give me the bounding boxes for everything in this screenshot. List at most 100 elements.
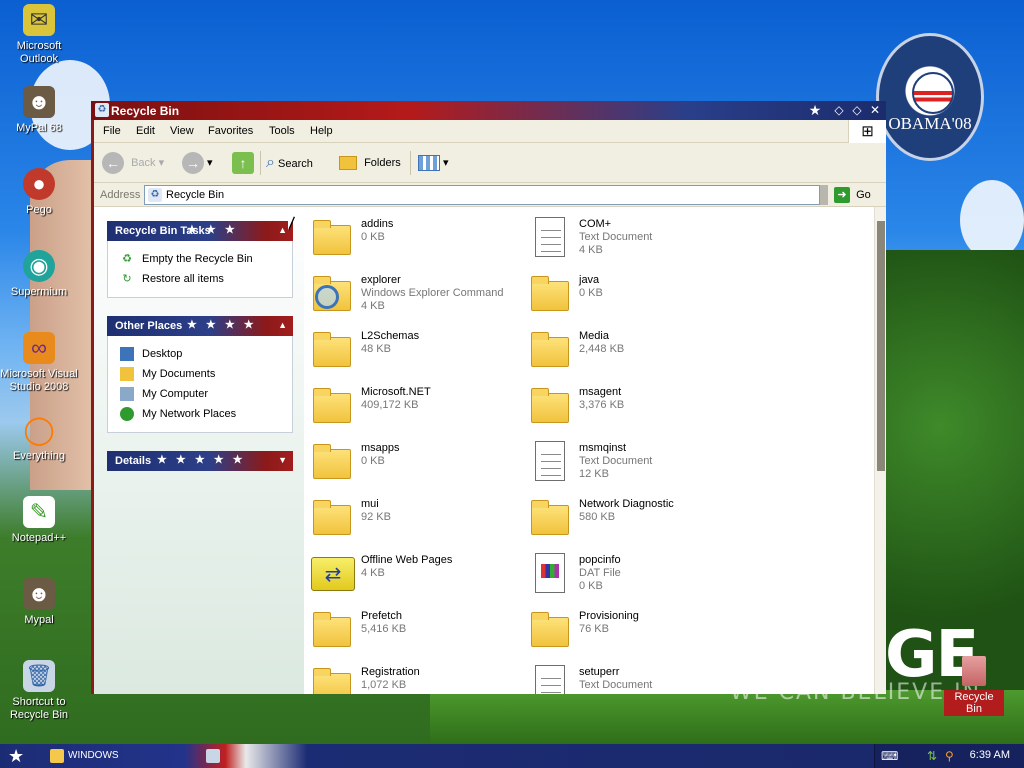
other-places-header[interactable]: Other Places ★ ★ ★ ★ ▲: [107, 316, 293, 336]
file-item[interactable]: setuperr Text Document: [527, 661, 747, 694]
file-item[interactable]: Media 2,448 KB: [527, 325, 747, 373]
folders-button[interactable]: Folders: [339, 152, 401, 174]
start-button[interactable]: ★: [8, 746, 24, 767]
desktop-icon-notepadpp[interactable]: ✎ Notepad++: [0, 496, 78, 545]
expand-icon[interactable]: ▼: [278, 455, 287, 465]
file-item[interactable]: msapps 0 KB: [309, 437, 529, 485]
file-item[interactable]: Provisioning 76 KB: [527, 605, 747, 653]
stars-decoration: ★ ★ ★ ★ ★: [157, 454, 246, 466]
file-name: popcinfo: [579, 554, 621, 566]
file-item[interactable]: msmqinst Text Document 12 KB: [527, 437, 747, 485]
views-icon: [418, 155, 440, 172]
taskbar-recycle-bin-button[interactable]: [202, 746, 232, 766]
collapse-icon[interactable]: ▲: [278, 320, 287, 330]
file-name: L2Schemas: [361, 330, 420, 342]
taskbar-windows-button[interactable]: WINDOWS: [46, 746, 196, 766]
close-button[interactable]: ✕: [867, 103, 883, 118]
supermium-icon: ◉: [23, 250, 55, 282]
search-tray-icon[interactable]: ⚲: [945, 749, 954, 763]
desktop-icon-mypal68[interactable]: ☻ MyPal 68: [0, 86, 78, 135]
desktop-recycle-bin[interactable]: Recycle Bin: [944, 656, 1004, 716]
restore-all-items-link[interactable]: ↻ Restore all items: [120, 269, 292, 289]
file-item[interactable]: COM+ Text Document 4 KB: [527, 213, 747, 261]
file-size: 0 KB: [361, 455, 385, 467]
file-item[interactable]: Microsoft.NET 409,172 KB: [309, 381, 529, 429]
menu-tools[interactable]: Tools: [269, 125, 295, 137]
desktop-icon-outlook[interactable]: ✉ Microsoft Outlook: [0, 4, 78, 66]
views-button[interactable]: ▾: [418, 152, 449, 174]
folder-icon: [309, 385, 353, 425]
folder-icon: [309, 609, 353, 649]
keyboard-icon[interactable]: ⌨: [881, 749, 898, 763]
file-item[interactable]: popcinfo DAT File 0 KB: [527, 549, 747, 597]
file-item[interactable]: mui 92 KB: [309, 493, 529, 541]
everything-icon: ◯: [23, 414, 55, 445]
file-size: 4 KB: [579, 244, 603, 256]
forward-button[interactable]: → ▾: [182, 152, 213, 175]
up-folder-button[interactable]: ↑: [232, 152, 254, 175]
file-item[interactable]: Registration 1,072 KB: [309, 661, 529, 694]
file-item[interactable]: msagent 3,376 KB: [527, 381, 747, 429]
file-item[interactable]: explorer Windows Explorer Command 4 KB: [309, 269, 529, 317]
go-button[interactable]: ➜ Go: [834, 187, 871, 203]
campaign-logo: OBAMA'08: [876, 33, 984, 161]
file-item[interactable]: L2Schemas 48 KB: [309, 325, 529, 373]
file-name: Offline Web Pages: [361, 554, 453, 566]
desktop-icon-pego[interactable]: ● Pego: [0, 168, 78, 217]
toolbar: ← Back ▾ → ▾ ↑ ⌕ Search Folders ▾: [94, 143, 886, 183]
menu-help[interactable]: Help: [310, 125, 333, 137]
desktop-icon-visual-studio[interactable]: ∞ Microsoft Visual Studio 2008: [0, 332, 78, 394]
maximize-button[interactable]: ◇: [849, 103, 865, 118]
file-item[interactable]: ⇄ Offline Web Pages 4 KB: [309, 549, 529, 597]
place-label: My Network Places: [142, 408, 237, 420]
place-my-documents-link[interactable]: My Documents: [120, 364, 292, 384]
network-icon[interactable]: ⇅: [927, 749, 937, 763]
address-input[interactable]: ♻ Recycle Bin: [144, 185, 820, 205]
file-type: Text Document: [579, 231, 653, 243]
empty-recycle-bin-link[interactable]: ♻ Empty the Recycle Bin: [120, 249, 292, 269]
desktop-icon-everything[interactable]: ◯ Everything: [0, 414, 78, 463]
search-button[interactable]: ⌕ Search: [266, 152, 313, 174]
clock: 6:39 AM: [969, 749, 1010, 761]
menu-file[interactable]: File: [103, 125, 121, 137]
file-size: 12 KB: [579, 468, 609, 480]
file-item[interactable]: Prefetch 5,416 KB: [309, 605, 529, 653]
address-dropdown[interactable]: [820, 185, 828, 205]
place-label: My Documents: [142, 368, 216, 380]
desktop-icon-recycle-shortcut[interactable]: 🗑 Shortcut to Recycle Bin: [0, 660, 78, 722]
desktop-icon-label: Microsoft Outlook: [16, 40, 62, 65]
place-label: My Computer: [142, 388, 209, 400]
cloud: [960, 180, 1024, 260]
recycle-bin-icon: 🗑: [23, 660, 55, 692]
desktop-icon-supermium[interactable]: ◉ Supermium: [0, 250, 78, 299]
my-computer-icon: [120, 387, 134, 401]
folder-icon: [309, 329, 353, 369]
minimize-button[interactable]: ◇: [831, 103, 847, 118]
recycle-bin-tasks-header[interactable]: Recycle Bin Tasks ★ ★ ★ ▲: [107, 221, 293, 241]
address-label: Address: [100, 189, 141, 201]
text-document-icon: [527, 665, 571, 694]
panel-body: Desktop My Documents My Computer My Netw…: [107, 336, 293, 433]
place-my-computer-link[interactable]: My Computer: [120, 384, 292, 404]
file-size: 580 KB: [579, 511, 616, 523]
window-titlebar[interactable]: ♻ Recycle Bin ★ ◇ ◇ ✕: [91, 101, 886, 120]
collapse-icon[interactable]: ▲: [278, 225, 287, 235]
menu-edit[interactable]: Edit: [136, 125, 155, 137]
place-my-network-places-link[interactable]: My Network Places: [120, 404, 292, 424]
details-header[interactable]: Details ★ ★ ★ ★ ★ ▼: [107, 451, 293, 471]
file-type: Text Document: [579, 455, 653, 467]
file-item[interactable]: java 0 KB: [527, 269, 747, 317]
explorer-window: ♻ Recycle Bin ★ ◇ ◇ ✕ File Edit View Fav…: [91, 101, 886, 694]
file-item[interactable]: Network Diagnostic 580 KB: [527, 493, 747, 541]
back-button[interactable]: ← Back ▾: [102, 152, 164, 175]
go-label: Go: [856, 188, 871, 201]
desktop-icon-mypal[interactable]: ☻ Mypal: [0, 578, 78, 627]
text-document-icon: [527, 217, 571, 257]
place-desktop-link[interactable]: Desktop: [120, 344, 292, 364]
file-item[interactable]: addins 0 KB: [309, 213, 529, 261]
vertical-scrollbar[interactable]: [874, 207, 886, 694]
menu-view[interactable]: View: [170, 125, 194, 137]
scrollbar-thumb[interactable]: [877, 221, 885, 471]
desktop-icon-label: Supermium: [10, 286, 68, 298]
menu-favorites[interactable]: Favorites: [208, 125, 253, 137]
